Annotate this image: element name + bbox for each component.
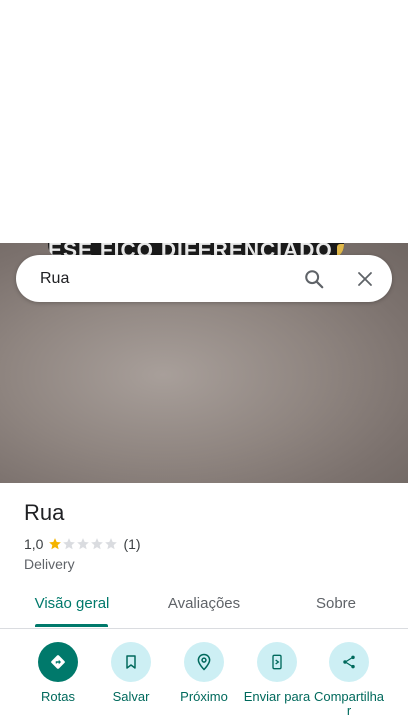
- save-button[interactable]: Salvar: [94, 642, 168, 704]
- share-circle: [329, 642, 369, 682]
- close-icon: [358, 272, 372, 286]
- tab-overview[interactable]: Visão geral: [24, 584, 120, 628]
- rating-row[interactable]: 1,0 (1): [24, 536, 141, 552]
- share-icon: [343, 655, 355, 669]
- send-to-phone-button[interactable]: Enviar para o: [240, 642, 314, 704]
- star-empty-icon: [105, 538, 118, 550]
- place-category: Delivery: [24, 556, 75, 572]
- star-empty-icon: [63, 538, 76, 550]
- bookmark-icon: [126, 655, 136, 669]
- save-label: Salvar: [112, 689, 150, 704]
- nearby-button[interactable]: Próximo: [167, 642, 241, 704]
- nearby-label: Próximo: [180, 689, 228, 704]
- rating-stars: [48, 537, 118, 551]
- tab-bar: Visão geral Avaliações Sobre: [0, 584, 408, 629]
- save-circle: [111, 642, 151, 682]
- star-filled-icon: [49, 538, 62, 550]
- action-bar: Rotas Salvar Próximo Enviar para o: [0, 642, 408, 726]
- star-empty-icon: [91, 538, 104, 550]
- send-to-phone-icon: [272, 654, 282, 670]
- active-tab-indicator: [35, 624, 108, 627]
- directions-button[interactable]: Rotas: [21, 642, 95, 704]
- directions-icon: [51, 655, 65, 669]
- tab-about[interactable]: Sobre: [300, 584, 372, 628]
- directions-circle: [38, 642, 78, 682]
- nearby-icon: [197, 653, 211, 671]
- search-bar[interactable]: Rua: [16, 255, 392, 302]
- send-to-phone-circle: [257, 642, 297, 682]
- review-count: (1): [123, 536, 141, 552]
- place-title: Rua: [24, 500, 65, 525]
- search-button[interactable]: [299, 264, 329, 294]
- clear-search-button[interactable]: [350, 264, 380, 294]
- star-empty-icon: [77, 538, 90, 550]
- nearby-circle: [184, 642, 224, 682]
- search-icon: [305, 270, 324, 289]
- top-blank-area: [0, 0, 408, 243]
- share-button[interactable]: Compartilhar: [312, 642, 386, 718]
- directions-label: Rotas: [41, 689, 75, 704]
- send-to-phone-label: Enviar para o: [243, 690, 311, 704]
- rating-value: 1,0: [24, 536, 44, 552]
- search-input[interactable]: Rua: [40, 255, 69, 302]
- share-label: Compartilhar: [313, 689, 385, 718]
- tab-reviews[interactable]: Avaliações: [156, 584, 252, 628]
